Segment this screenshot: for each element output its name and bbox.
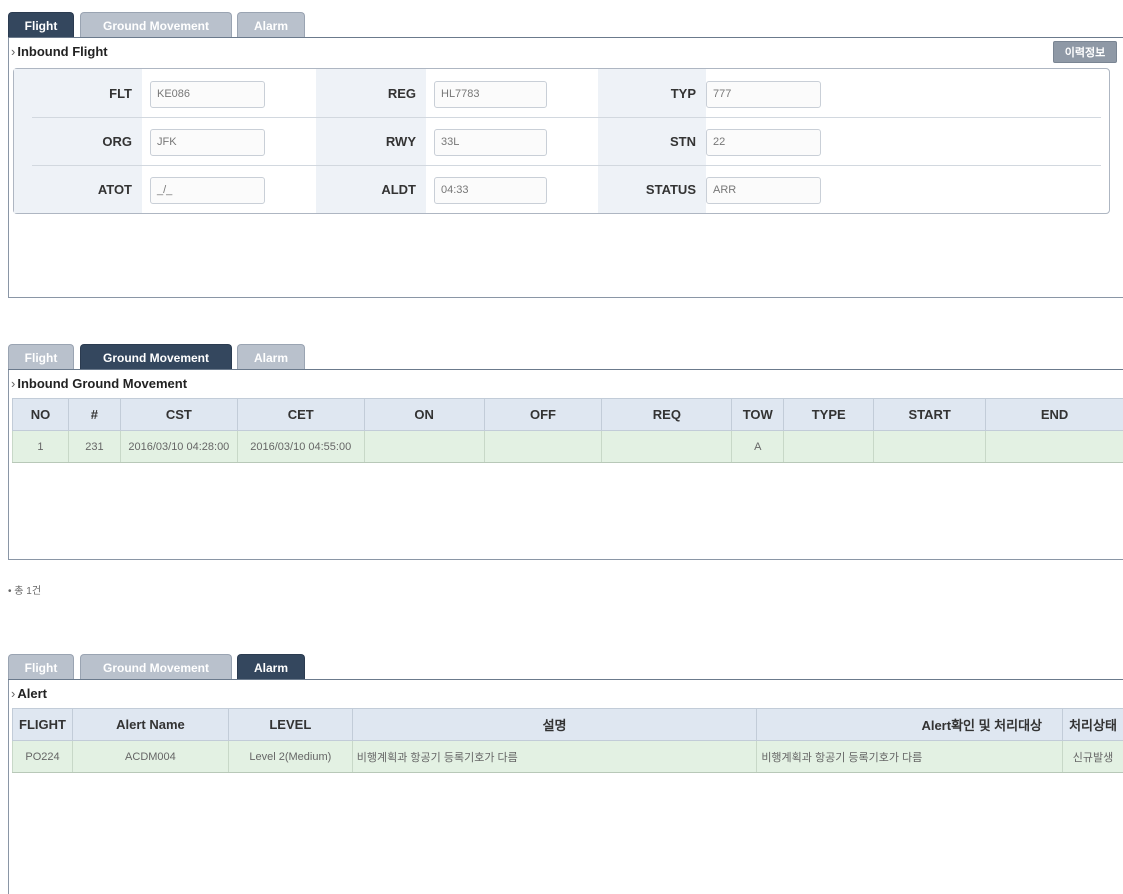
column-header[interactable]: CET bbox=[236, 398, 365, 431]
ground-movement-table: NO # CST CET ON OFF REQ TOW TYPE START E… bbox=[12, 398, 1123, 463]
atot-label: ATOT bbox=[97, 182, 132, 197]
info-row: FLT KE086 REG HL7783 TYP 777 bbox=[14, 72, 1109, 116]
tab-alarm[interactable]: Alarm bbox=[237, 344, 305, 370]
tab-ground-movement[interactable]: Ground Movement bbox=[80, 344, 232, 370]
column-header[interactable]: OFF bbox=[483, 398, 603, 431]
reg-label: REG bbox=[387, 86, 416, 101]
atot-field[interactable]: _/_ bbox=[150, 177, 265, 204]
section-title: › Inbound Ground Movement bbox=[9, 370, 1123, 398]
tab-flight[interactable]: Flight bbox=[8, 344, 74, 370]
alarm-panel-body: › Alert FLIGHT Alert Name LEVEL 설명 Alert확… bbox=[8, 680, 1123, 894]
column-header[interactable]: CST bbox=[119, 398, 238, 431]
table-cell bbox=[601, 430, 733, 463]
column-header[interactable]: # bbox=[67, 398, 121, 431]
column-header[interactable]: TOW bbox=[731, 398, 785, 431]
reg-field[interactable]: HL7783 bbox=[434, 81, 547, 108]
stn-field[interactable]: 22 bbox=[706, 129, 821, 156]
column-header[interactable]: FLIGHT bbox=[12, 708, 73, 741]
table-cell: ACDM004 bbox=[71, 740, 229, 773]
flight-info-grid: FLT KE086 REG HL7783 TYP 777 ORG JFK RWY… bbox=[13, 68, 1110, 214]
history-button[interactable]: 이력정보 bbox=[1053, 41, 1117, 63]
flt-label: FLT bbox=[109, 86, 132, 101]
alarm-panel: Flight Ground Movement Alarm › Alert FLIG… bbox=[8, 654, 1123, 894]
column-header[interactable]: ON bbox=[363, 398, 485, 431]
table-row[interactable]: 1 231 2016/03/10 04:28:00 2016/03/10 04:… bbox=[12, 430, 1123, 463]
aldt-label: ALDT bbox=[381, 182, 416, 197]
column-header[interactable]: Alert Name bbox=[71, 708, 229, 741]
table-cell bbox=[363, 430, 485, 463]
rwy-field[interactable]: 33L bbox=[434, 129, 547, 156]
tab-flight[interactable]: Flight bbox=[8, 12, 74, 38]
flight-panel-body: › Inbound Flight 이력정보 FLT KE086 REG HL778… bbox=[8, 38, 1123, 298]
row-divider bbox=[32, 165, 1101, 166]
table-cell bbox=[783, 430, 875, 463]
flight-panel-tabs: Flight Ground Movement Alarm bbox=[8, 12, 1123, 38]
ground-panel-tabs: Flight Ground Movement Alarm bbox=[8, 344, 1123, 370]
inbound-flight-title: Inbound Flight bbox=[17, 44, 108, 59]
ground-movement-panel: Flight Ground Movement Alarm › Inbound Gr… bbox=[8, 344, 1123, 560]
table-header-row: FLIGHT Alert Name LEVEL 설명 Alert확인 및 처리대… bbox=[12, 708, 1123, 741]
table-cell: 2016/03/10 04:55:00 bbox=[236, 430, 365, 463]
row-divider bbox=[32, 117, 1101, 118]
status-field[interactable]: ARR bbox=[706, 177, 821, 204]
org-label: ORG bbox=[102, 134, 132, 149]
column-header[interactable]: TYPE bbox=[783, 398, 875, 431]
column-header[interactable]: END bbox=[985, 398, 1123, 431]
tab-ground-movement[interactable]: Ground Movement bbox=[80, 12, 232, 38]
inbound-ground-movement-title: Inbound Ground Movement bbox=[17, 376, 188, 391]
caret-icon: › bbox=[11, 44, 16, 59]
column-header[interactable]: 설명 bbox=[351, 708, 758, 741]
status-label: STATUS bbox=[645, 182, 696, 197]
table-cell: 비행계획과 항공기 등록기호가 다름 bbox=[756, 740, 1064, 773]
alert-table: FLIGHT Alert Name LEVEL 설명 Alert확인 및 처리대… bbox=[12, 708, 1123, 773]
table-cell: 1 bbox=[12, 430, 69, 463]
total-count: • 총 1건 bbox=[8, 586, 42, 597]
alarm-panel-tabs: Flight Ground Movement Alarm bbox=[8, 654, 1123, 680]
table-cell: PO224 bbox=[12, 740, 73, 773]
column-header[interactable]: 처리상태 bbox=[1062, 708, 1123, 741]
flt-field[interactable]: KE086 bbox=[150, 81, 265, 108]
column-header[interactable]: REQ bbox=[601, 398, 733, 431]
typ-label: TYP bbox=[670, 86, 696, 101]
aldt-field[interactable]: 04:33 bbox=[434, 177, 547, 204]
table-cell: Level 2(Medium) bbox=[227, 740, 353, 773]
tab-alarm[interactable]: Alarm bbox=[237, 12, 305, 38]
table-cell: 2016/03/10 04:28:00 bbox=[119, 430, 238, 463]
org-field[interactable]: JFK bbox=[150, 129, 265, 156]
table-cell: 231 bbox=[67, 430, 121, 463]
info-row: ORG JFK RWY 33L STN 22 bbox=[14, 120, 1109, 164]
table-cell bbox=[483, 430, 603, 463]
rwy-label: RWY bbox=[385, 134, 416, 149]
stn-label: STN bbox=[670, 134, 696, 149]
tab-alarm[interactable]: Alarm bbox=[237, 654, 305, 680]
alert-title: Alert bbox=[17, 686, 47, 701]
column-header[interactable]: NO bbox=[12, 398, 69, 431]
column-header[interactable]: START bbox=[873, 398, 987, 431]
tab-flight[interactable]: Flight bbox=[8, 654, 74, 680]
typ-field[interactable]: 777 bbox=[706, 81, 821, 108]
info-row: ATOT _/_ ALDT 04:33 STATUS ARR bbox=[14, 168, 1109, 212]
section-title: › Alert bbox=[9, 680, 1123, 708]
column-header[interactable]: Alert확인 및 처리대상 bbox=[756, 708, 1064, 741]
column-header[interactable]: LEVEL bbox=[227, 708, 353, 741]
table-cell: 비행계획과 항공기 등록기호가 다름 bbox=[351, 740, 758, 773]
table-row[interactable]: PO224 ACDM004 Level 2(Medium) 비행계획과 항공기 … bbox=[12, 740, 1123, 773]
caret-icon: › bbox=[11, 686, 16, 701]
table-cell: A bbox=[731, 430, 785, 463]
tab-ground-movement[interactable]: Ground Movement bbox=[80, 654, 232, 680]
section-title: › Inbound Flight 이력정보 bbox=[9, 38, 1123, 66]
table-cell: 신규발생 bbox=[1062, 740, 1123, 773]
flight-panel: Flight Ground Movement Alarm › Inbound Fl… bbox=[8, 12, 1123, 298]
ground-panel-body: › Inbound Ground Movement NO # CST CET ON… bbox=[8, 370, 1123, 560]
table-cell bbox=[873, 430, 987, 463]
table-header-row: NO # CST CET ON OFF REQ TOW TYPE START E… bbox=[12, 398, 1123, 431]
caret-icon: › bbox=[11, 376, 16, 391]
table-cell bbox=[985, 430, 1123, 463]
